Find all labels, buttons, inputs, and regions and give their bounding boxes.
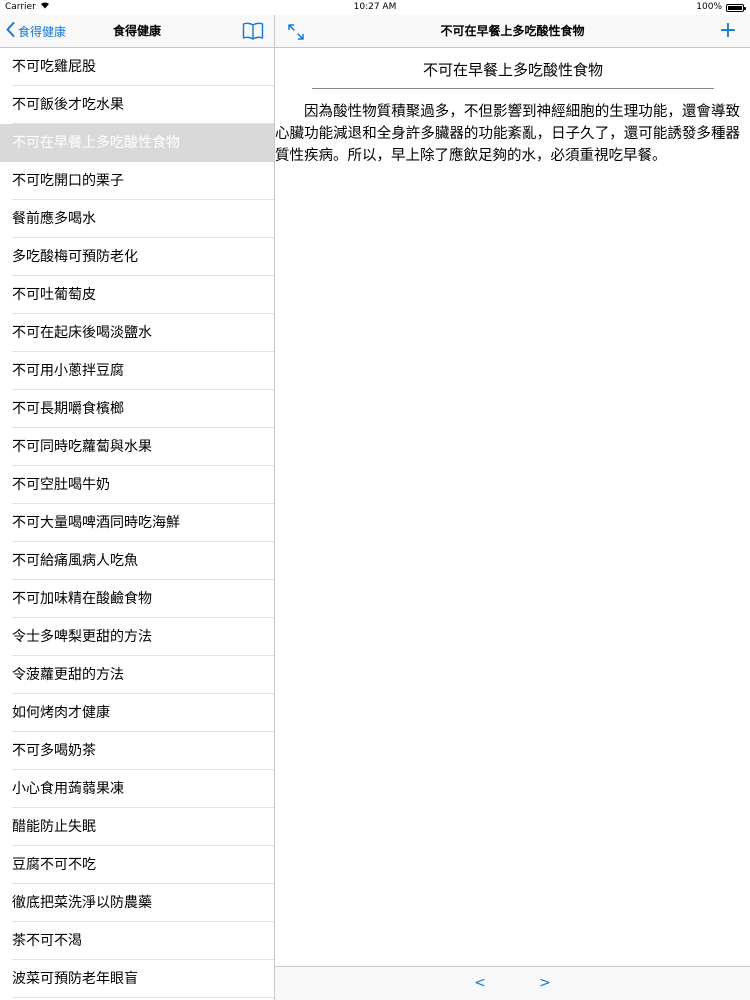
back-button-label: 食得健康 <box>18 24 67 39</box>
back-button[interactable]: 食得健康 <box>6 15 66 47</box>
ipad-screen: Carrier 10:27 AM 100% 食得健康 食得健康 不可吃雞屁股 不… <box>0 0 750 1000</box>
list-item-label: 不可用小蔥拌豆腐 <box>12 363 124 379</box>
list-item[interactable]: 不可空肚喝牛奶 <box>0 466 274 504</box>
list-item[interactable]: 不可加味精在酸鹼食物 <box>0 580 274 618</box>
list-item[interactable]: 令士多啤梨更甜的方法 <box>0 618 274 656</box>
article-body: 因為酸性物質積聚過多，不但影響到神經細胞的生理功能，還會導致心臟功能減退和全身許… <box>275 104 740 164</box>
list-item-label: 不可多喝奶茶 <box>12 743 96 759</box>
list-item-label: 小心食用蒟蒻果凍 <box>12 781 124 797</box>
list-item-label: 醋能防止失眠 <box>12 819 96 835</box>
list-item[interactable]: 醋能防止失眠 <box>0 808 274 846</box>
expand-icon[interactable] <box>287 23 305 41</box>
list-item-label: 豆腐不可不吃 <box>12 857 96 873</box>
list-item[interactable]: 不可大量喝啤酒同時吃海鮮 <box>0 504 274 542</box>
list-item-label: 不可吐葡萄皮 <box>12 287 96 303</box>
master-panel: 食得健康 食得健康 不可吃雞屁股不可飯後才吃水果不可在早餐上多吃酸性食物 不可吃開… <box>0 15 275 1000</box>
list-item-label: 餐前應多喝水 <box>12 211 96 227</box>
list-item-label: 徹底把菜洗淨以防農藥 <box>12 895 152 911</box>
list-item[interactable]: 不可在起床後喝淡鹽水 <box>0 314 274 352</box>
list-item[interactable]: 多吃酸梅可預防老化 <box>0 238 274 276</box>
list-item[interactable]: 波菜可預防老年眼盲 <box>0 960 274 998</box>
add-button[interactable]: + <box>718 19 738 43</box>
list-item[interactable]: 不可同時吃蘿蔔與水果 <box>0 428 274 466</box>
master-nav-bar: 食得健康 食得健康 <box>0 15 274 48</box>
list-item-label: 茶不可不渴 <box>12 933 82 949</box>
list-item[interactable]: 不可用小蔥拌豆腐 <box>0 352 274 390</box>
status-right: 100% <box>696 0 746 15</box>
battery-percent: 100% <box>696 2 722 12</box>
list-item[interactable]: 不可給痛風病人吃魚 <box>0 542 274 580</box>
list-item[interactable]: 茶不可不渴 <box>0 922 274 960</box>
list-item-label: 不可飯後才吃水果 <box>12 97 124 113</box>
list-item[interactable]: 豆腐不可不吃 <box>0 846 274 884</box>
list-item[interactable]: 不可長期嚼食檳榔 <box>0 390 274 428</box>
list-item[interactable]: 不可在早餐上多吃酸性食物 <box>0 124 274 162</box>
topic-list: 不可吃雞屁股不可飯後才吃水果不可在早餐上多吃酸性食物 不可吃開口的栗子 餐前應多喝水… <box>0 48 274 998</box>
list-item-label: 多吃酸梅可預防老化 <box>12 249 138 265</box>
list-item[interactable]: 不可吐葡萄皮 <box>0 276 274 314</box>
status-time: 10:27 AM <box>353 2 397 12</box>
list-item[interactable]: 餐前應多喝水 <box>0 200 274 238</box>
detail-toolbar: < > <box>275 966 750 1000</box>
book-icon[interactable] <box>242 21 264 41</box>
list-item-label: 令菠蘿更甜的方法 <box>12 667 124 683</box>
list-item-label: 不可大量喝啤酒同時吃海鮮 <box>12 515 180 531</box>
list-item-label: 如何烤肉才健康 <box>12 705 110 721</box>
list-item[interactable]: 徹底把菜洗淨以防農藥 <box>0 884 274 922</box>
list-item[interactable]: 不可吃開口的栗子 <box>0 162 274 200</box>
battery-icon <box>726 3 746 12</box>
list-item[interactable]: 令菠蘿更甜的方法 <box>0 656 274 694</box>
detail-title: 不可在早餐上多吃酸性食物 <box>440 24 585 38</box>
list-item[interactable]: 如何烤肉才健康 <box>0 694 274 732</box>
list-item-label: 不可在早餐上多吃酸性食物 <box>12 135 180 151</box>
list-item-label: 不可給痛風病人吃魚 <box>12 553 138 569</box>
list-item-label: 不可在起床後喝淡鹽水 <box>12 325 152 341</box>
list-item-label: 不可空肚喝牛奶 <box>12 477 110 493</box>
next-button[interactable]: > <box>535 967 555 1000</box>
list-item-label: 波菜可預防老年眼盲 <box>12 971 138 987</box>
chevron-left-icon <box>6 22 15 40</box>
list-item[interactable]: 不可吃雞屁股 <box>0 48 274 86</box>
list-item[interactable]: 不可飯後才吃水果 <box>0 86 274 124</box>
detail-nav-bar: 不可在早餐上多吃酸性食物 + <box>275 15 750 48</box>
list-item[interactable]: 不可多喝奶茶 <box>0 732 274 770</box>
previous-button[interactable]: < <box>470 967 490 1000</box>
list-item-label: 不可吃開口的栗子 <box>12 173 124 189</box>
article-heading: 不可在早餐上多吃酸性食物 <box>312 59 714 89</box>
list-item[interactable]: 小心食用蒟蒻果凍 <box>0 770 274 808</box>
battery-level <box>728 5 742 10</box>
list-item-label: 不可同時吃蘿蔔與水果 <box>12 439 152 455</box>
detail-panel: 不可在早餐上多吃酸性食物 + 不可在早餐上多吃酸性食物 因為酸性物質積聚過多，不… <box>275 15 750 1000</box>
status-bar: Carrier 10:27 AM 100% <box>0 0 750 15</box>
list-item-label: 不可長期嚼食檳榔 <box>12 401 124 417</box>
list-item-label: 不可加味精在酸鹼食物 <box>12 591 152 607</box>
list-item-label: 不可吃雞屁股 <box>12 59 96 75</box>
list-item-label: 令士多啤梨更甜的方法 <box>12 629 152 645</box>
